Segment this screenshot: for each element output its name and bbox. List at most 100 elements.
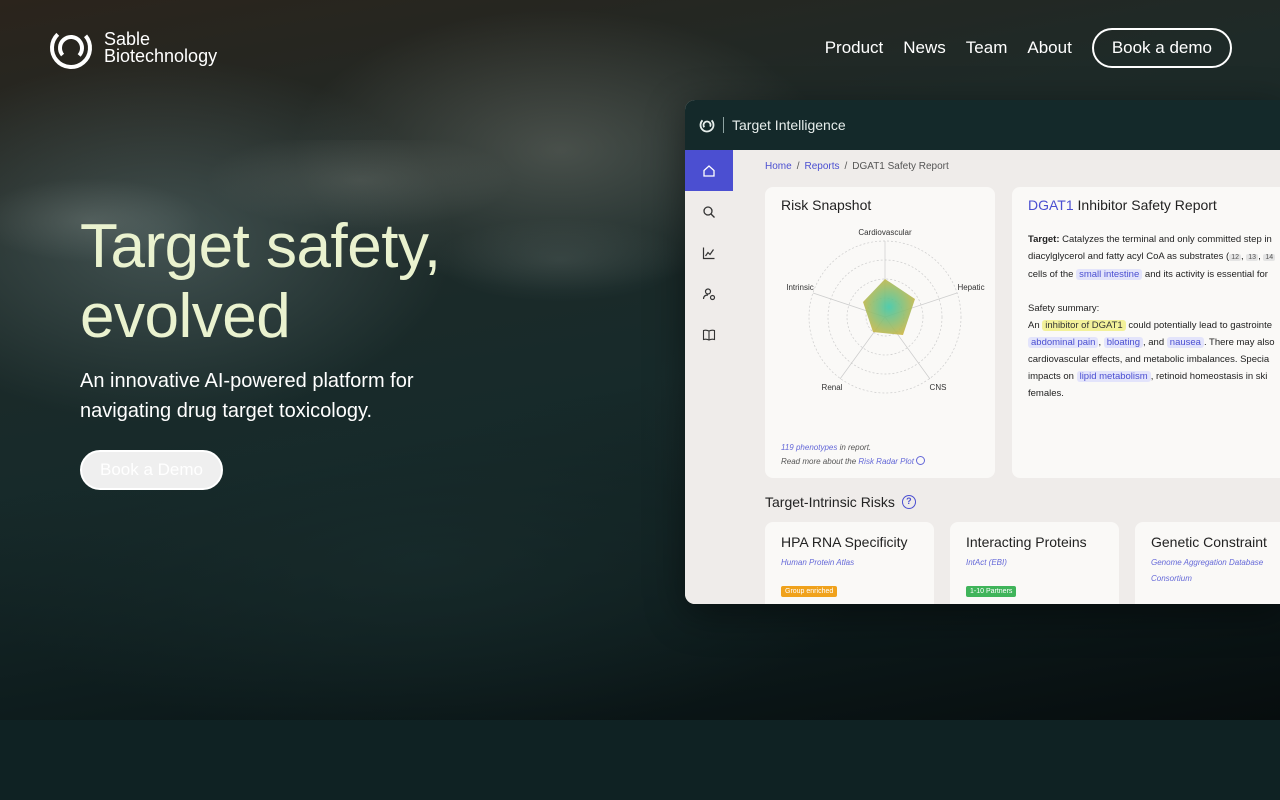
- tag-bloating[interactable]: bloating: [1103, 337, 1143, 348]
- radar-note-text: Read more about the: [781, 457, 859, 466]
- search-icon: [703, 205, 715, 218]
- summary-line-5: females.: [1028, 385, 1280, 402]
- summary-text-3: cardiovascular effects, and metabolic im…: [1028, 354, 1270, 365]
- report-title-rest: Inhibitor Safety Report: [1073, 197, 1217, 213]
- nav-team[interactable]: Team: [966, 38, 1008, 58]
- sable-swirl-logo-icon: [50, 27, 92, 69]
- book-demo-hero-button[interactable]: Book a Demo: [80, 450, 223, 490]
- tag-inhibitor[interactable]: inhibitor of DGAT1: [1042, 320, 1126, 331]
- nav-about[interactable]: About: [1027, 38, 1071, 58]
- reference-badge[interactable]: 12: [1229, 254, 1241, 261]
- tag-lipid-metabolism[interactable]: lipid metabolism: [1076, 371, 1151, 382]
- breadcrumb-separator: /: [796, 161, 800, 172]
- target-text-3b: and its activity is essential for: [1142, 269, 1268, 280]
- app-sidebar: [685, 150, 733, 604]
- target-text-3a: cells of the: [1028, 269, 1077, 280]
- report-body: Target: Catalyzes the terminal and only …: [1028, 231, 1280, 402]
- summary-heading: Safety summary:: [1028, 300, 1280, 317]
- report-title: DGAT1 Inhibitor Safety Report: [1028, 197, 1217, 213]
- genetic-constraint-title: Genetic Constraint: [1151, 534, 1267, 550]
- app-main: Home / Reports / DGAT1 Safety Report Ris…: [733, 150, 1280, 604]
- radar-axis-renal: Renal: [822, 383, 843, 392]
- intrinsic-risks-heading: Target-Intrinsic Risks ?: [765, 494, 916, 510]
- summary-line-3: cardiovascular effects, and metabolic im…: [1028, 351, 1280, 368]
- user-settings-icon: [702, 287, 716, 300]
- target-line-3: cells of the small intestine and its act…: [1028, 266, 1280, 283]
- summary-line-1: An inhibitor of DGAT1 could potentially …: [1028, 317, 1280, 334]
- sidebar-search[interactable]: [685, 191, 733, 232]
- summary-text-4b: , retinoid homeostasis in ski: [1150, 371, 1268, 382]
- brand-name: Sable Biotechnology: [104, 30, 218, 66]
- genetic-constraint-source-line1: Genome Aggregation Database: [1151, 558, 1264, 567]
- phenotype-count-note: 119 phenotypes in report.: [781, 443, 871, 452]
- summary-line-2: abdominal pain, bloating, and nausea. Th…: [1028, 334, 1280, 351]
- summary-line-4: impacts on lipid metabolism, retinoid ho…: [1028, 368, 1280, 385]
- breadcrumb-home[interactable]: Home: [765, 161, 792, 172]
- breadcrumb-reports[interactable]: Reports: [804, 161, 839, 172]
- group-enriched-badge: Group enriched: [781, 586, 838, 597]
- genetic-constraint-card[interactable]: Genetic Constraint Genome Aggregation Da…: [1135, 522, 1280, 604]
- summary-text-1a: An: [1028, 320, 1043, 331]
- risk-snapshot-title: Risk Snapshot: [781, 197, 872, 213]
- radar-axis-hepatic: Hepatic: [957, 283, 984, 292]
- app-logo-icon: [699, 117, 715, 133]
- reference-badge[interactable]: 14: [1263, 254, 1276, 261]
- sidebar-library[interactable]: [685, 314, 733, 355]
- summary-text-2b: . There may also: [1203, 337, 1275, 348]
- app-title: Target Intelligence: [732, 117, 846, 133]
- radar-axis-cns: CNS: [930, 383, 947, 392]
- hpa-rna-source[interactable]: Human Protein Atlas: [781, 555, 854, 571]
- brand-name-line2: Biotechnology: [104, 46, 218, 66]
- tag-small-intestine[interactable]: small intestine: [1076, 269, 1143, 280]
- risk-snapshot-card: Risk Snapshot Cardiovascular Hepatic CNS…: [765, 187, 995, 478]
- risk-radar-plot-link[interactable]: Risk Radar Plot: [858, 457, 914, 466]
- sidebar-analytics[interactable]: [685, 232, 733, 273]
- intrinsic-risks-title: Target-Intrinsic Risks: [765, 494, 895, 510]
- nav-product[interactable]: Product: [825, 38, 884, 58]
- question-icon[interactable]: ?: [901, 495, 916, 509]
- nav-news[interactable]: News: [903, 38, 946, 58]
- radar-axis-intrinsic: Intrinsic: [786, 283, 814, 292]
- app-screenshot: Target Intelligence Home / Reports / DGA…: [685, 100, 1280, 604]
- partners-badge: 1-10 Partners: [966, 586, 1017, 597]
- phenotype-count-link[interactable]: 119 phenotypes: [781, 443, 837, 452]
- hpa-rna-title: HPA RNA Specificity: [781, 534, 908, 550]
- radar-axis-cardiovascular: Cardiovascular: [858, 228, 912, 237]
- app-titlebar: Target Intelligence: [685, 100, 1280, 150]
- safety-report-card: DGAT1 Inhibitor Safety Report Target: Ca…: [1012, 187, 1280, 478]
- interacting-proteins-source[interactable]: IntAct (EBI): [966, 555, 1007, 571]
- sidebar-user-settings[interactable]: [685, 273, 733, 314]
- hpa-rna-card[interactable]: HPA RNA Specificity Human Protein Atlas …: [765, 522, 934, 604]
- target-text-1: Catalyzes the terminal and only committe…: [1059, 234, 1272, 245]
- breadcrumb: Home / Reports / DGAT1 Safety Report: [765, 161, 949, 172]
- target-text-2: diacylglycerol and fatty acyl CoA as sub…: [1028, 251, 1230, 262]
- help-icon[interactable]: [916, 456, 926, 465]
- reference-badge[interactable]: 13: [1246, 254, 1259, 261]
- risk-radar-plot: Cardiovascular Hepatic CNS Renal Intrins…: [786, 228, 985, 394]
- hero-subheadline: An innovative AI-powered platform for na…: [80, 366, 500, 426]
- hero-subhead-line1: An innovative AI-powered platform for: [80, 370, 414, 392]
- genetic-constraint-source[interactable]: Genome Aggregation Database Consortium: [1151, 555, 1263, 587]
- breadcrumb-separator: /: [844, 161, 848, 172]
- interacting-proteins-card[interactable]: Interacting Proteins IntAct (EBI) 1-10 P…: [950, 522, 1119, 604]
- hero-headline: Target safety, evolved: [80, 212, 600, 352]
- target-line-2: diacylglycerol and fatty acyl CoA as sub…: [1028, 251, 1276, 262]
- report-gene: DGAT1: [1028, 197, 1074, 213]
- risk-radar-area: [863, 279, 915, 335]
- sidebar-home[interactable]: [685, 150, 733, 191]
- genetic-constraint-source-line2: Consortium: [1151, 574, 1192, 583]
- top-nav: Product News Team About Book a demo: [825, 28, 1232, 68]
- interacting-proteins-title: Interacting Proteins: [966, 534, 1087, 550]
- book-demo-nav-button[interactable]: Book a demo: [1091, 28, 1232, 68]
- title-divider: [723, 117, 724, 133]
- hero-headline-line1: Target safety,: [80, 212, 441, 281]
- book-icon: [702, 329, 716, 341]
- home-icon: [703, 164, 715, 177]
- tag-abdominal-pain[interactable]: abdominal pain: [1028, 337, 1099, 348]
- summary-label: Safety summary:: [1028, 303, 1100, 314]
- target-line-1: Target: Catalyzes the terminal and only …: [1028, 231, 1280, 248]
- brand-logo[interactable]: Sable Biotechnology: [48, 25, 217, 71]
- chart-line-icon: [702, 247, 715, 259]
- tag-nausea[interactable]: nausea: [1166, 337, 1204, 348]
- hero-subhead-line2: navigating drug target toxicology.: [80, 400, 373, 422]
